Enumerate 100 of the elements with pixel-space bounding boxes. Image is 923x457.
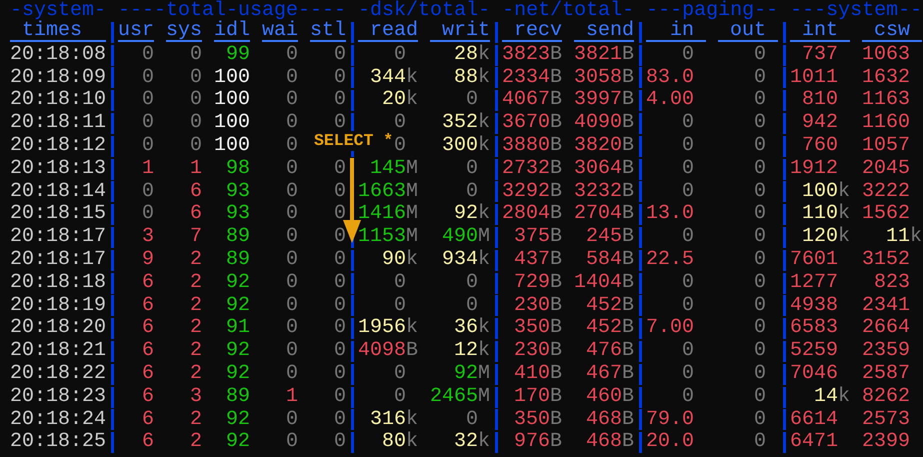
table-cell: 452B xyxy=(586,294,634,318)
time-cell: 20:18:25 xyxy=(10,431,106,454)
table-cell: 0 xyxy=(142,134,154,158)
table-cell-text: 1562 xyxy=(862,203,912,226)
table-cell: 0 xyxy=(142,112,154,135)
table-cell-text: 0 xyxy=(682,272,696,295)
table-cell: 0 xyxy=(286,431,298,454)
column-header: int xyxy=(790,21,850,42)
table-cell: 490M xyxy=(442,226,490,249)
table-cell-text: 4938 xyxy=(790,294,840,318)
table-cell: 0 xyxy=(334,203,346,226)
table-cell: 2334B xyxy=(502,66,562,90)
table-cell: 230B xyxy=(514,294,562,318)
table-cell: 0 xyxy=(334,386,346,409)
table-cell: 0 xyxy=(286,294,298,318)
table-cell: 468B xyxy=(586,408,634,432)
table-cell: 316k xyxy=(370,408,418,432)
table-cell-text: 8262 xyxy=(862,386,912,409)
table-cell-text: 0 xyxy=(682,134,696,158)
table-cell-text: 0 xyxy=(754,203,768,226)
table-cell: 92 xyxy=(226,431,250,454)
table-cell: 6 xyxy=(142,431,154,454)
table-cell-text: 7.00 xyxy=(646,317,696,340)
table-cell: 3292B xyxy=(502,180,562,204)
table-cell-text: 0 xyxy=(754,272,768,295)
table-cell-text: 13.0 xyxy=(646,203,696,226)
table-cell: 92 xyxy=(226,272,250,295)
table-cell: 0 xyxy=(334,362,346,386)
table-cell: 2732B xyxy=(502,158,562,181)
table-cell: 1 xyxy=(190,158,202,181)
table-cell: 80k xyxy=(382,431,418,454)
table-cell: 0 xyxy=(286,340,298,363)
table-cell: 2704B xyxy=(574,203,634,226)
table-cell: 468B xyxy=(586,431,634,454)
table-cell: 0 xyxy=(334,317,346,340)
table-cell-text: 7046 xyxy=(790,362,840,386)
table-cell: 3 xyxy=(190,386,202,409)
table-cell-text: 0 xyxy=(682,44,696,67)
table-cell: 0 xyxy=(190,66,202,90)
table-cell: 0 xyxy=(334,408,346,432)
table-cell-text: 0 xyxy=(754,158,768,181)
table-cell: 0 xyxy=(286,112,298,135)
table-cell-text: 0 xyxy=(466,89,480,112)
table-cell-text: 0 xyxy=(394,386,408,409)
table-cell-text: 0 xyxy=(466,272,480,295)
table-cell: 4098B xyxy=(358,340,418,363)
time-cell: 20:18:24 xyxy=(10,408,106,432)
table-cell: 0 xyxy=(334,340,346,363)
table-cell: 89 xyxy=(226,226,250,249)
table-cell-text: 3222 xyxy=(862,180,912,204)
table-cell: 584B xyxy=(586,248,634,272)
table-cell-text: 760 xyxy=(802,134,840,158)
table-cell-text: 1011 xyxy=(790,66,840,90)
table-cell: 729B xyxy=(514,272,562,295)
table-cell: 0 xyxy=(334,180,346,204)
table-cell: 6 xyxy=(190,203,202,226)
table-cell: 6 xyxy=(142,340,154,363)
column-header: idl xyxy=(214,21,250,42)
table-cell: 7 xyxy=(190,226,202,249)
column-header: stl xyxy=(310,21,346,42)
table-cell: 0 xyxy=(142,203,154,226)
table-cell: 0 xyxy=(334,89,346,112)
table-cell: 976B xyxy=(514,431,562,454)
table-cell: 0 xyxy=(190,89,202,112)
table-cell: 6 xyxy=(142,386,154,409)
table-cell: 1663M xyxy=(358,180,418,204)
table-cell-text: 0 xyxy=(754,340,768,363)
table-cell: 1956k xyxy=(358,317,418,340)
table-cell: 0 xyxy=(286,362,298,386)
table-cell: 2 xyxy=(190,294,202,318)
table-cell-text: 2341 xyxy=(862,294,912,318)
table-cell-text: 0 xyxy=(754,66,768,90)
time-cell: 20:18:11 xyxy=(10,112,106,135)
table-cell: 0 xyxy=(334,66,346,90)
table-cell: 3823B xyxy=(502,44,562,67)
column-header: usr xyxy=(118,21,154,42)
time-cell: 20:18:08 xyxy=(10,44,106,67)
table-cell-text: 0 xyxy=(394,272,408,295)
table-cell-text: 0 xyxy=(682,112,696,135)
table-cell-text: 0 xyxy=(394,112,408,135)
table-cell: 1416M xyxy=(358,203,418,226)
table-cell: 375B xyxy=(514,226,562,249)
table-cell: 0 xyxy=(334,44,346,67)
column-header: csw xyxy=(862,21,922,42)
table-cell-text: 0 xyxy=(754,89,768,112)
table-cell: 11k xyxy=(886,226,922,249)
table-cell: 2 xyxy=(190,317,202,340)
table-cell-text: 0 xyxy=(754,248,768,272)
table-cell: 0 xyxy=(142,44,154,67)
group-header: ----total-usage---- xyxy=(118,0,346,21)
table-cell-text: 2359 xyxy=(862,340,912,363)
table-cell-text: 0 xyxy=(394,134,408,158)
table-cell: 0 xyxy=(286,272,298,295)
table-cell: 230B xyxy=(514,340,562,363)
time-cell: 20:18:12 xyxy=(10,134,106,158)
table-cell-text: 0 xyxy=(754,431,768,454)
table-cell: 93 xyxy=(226,180,250,204)
table-cell: 0 xyxy=(334,248,346,272)
table-cell: 2 xyxy=(190,340,202,363)
table-cell: 0 xyxy=(286,226,298,249)
